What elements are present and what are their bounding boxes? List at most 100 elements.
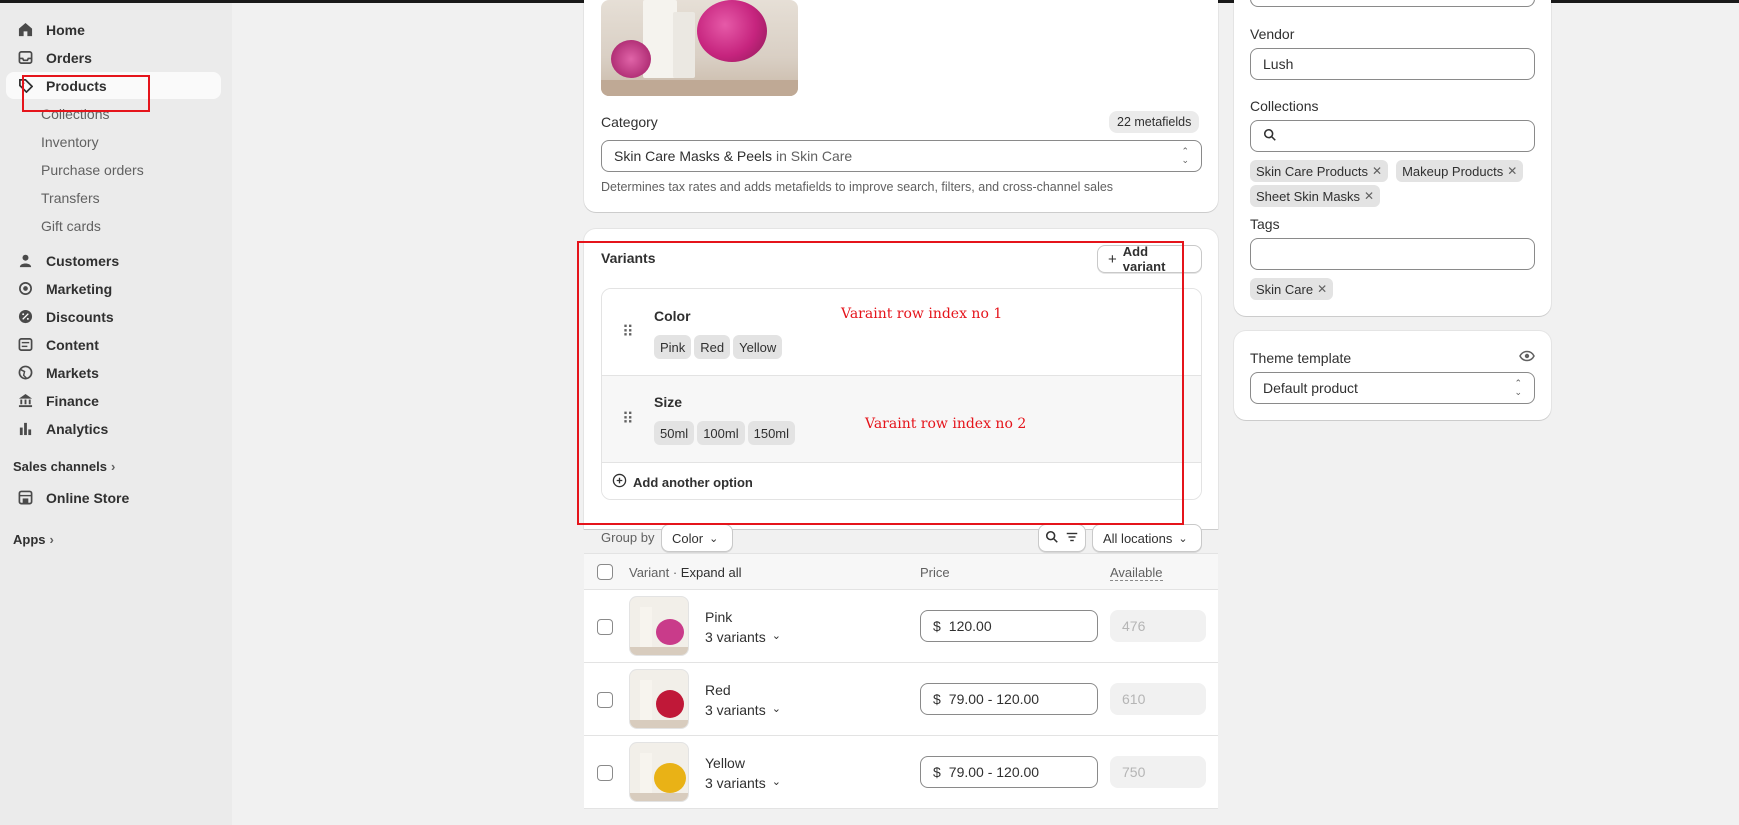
discount-icon	[16, 308, 34, 326]
sidebar-item-label: Markets	[46, 364, 99, 381]
col-variant-label: Variant	[629, 565, 670, 580]
available-value: 476	[1122, 618, 1146, 634]
sidebar-item-home[interactable]: Home	[6, 16, 221, 43]
variant-count: 3 variants	[705, 702, 766, 718]
product-media-image[interactable]	[601, 0, 798, 96]
category-value: Skin Care Masks & Peels	[614, 148, 772, 164]
product-details-card: Category 22 metafields Skin Care Masks &…	[584, 0, 1218, 212]
sidebar-sales-channels[interactable]: Sales channels ›	[13, 459, 115, 474]
available-input: 610	[1110, 683, 1206, 715]
collection-chip: Makeup Products ✕	[1396, 160, 1524, 182]
search-filter-button[interactable]	[1038, 524, 1086, 552]
annotation-box-products	[22, 75, 150, 112]
chevron-down-icon: ⌄	[1178, 532, 1188, 545]
chevron-down-icon: ⌄	[771, 630, 781, 642]
table-row[interactable]: Pink 3 variants ⌄ $120.00 476	[584, 590, 1218, 663]
select-arrows-icon: ⌃ ⌄	[1514, 378, 1522, 397]
category-help-text: Determines tax rates and adds metafields…	[601, 180, 1114, 194]
group-by-select[interactable]: Color ⌄	[661, 524, 733, 552]
category-select[interactable]: Skin Care Masks & Peels in Skin Care ⌃ ⌄	[601, 140, 1202, 172]
price-value: 79.00 - 120.00	[948, 691, 1040, 707]
sidebar-item-discounts[interactable]: Discounts	[6, 303, 221, 330]
inbox-icon	[16, 49, 34, 67]
variant-count-toggle[interactable]: 3 variants ⌄	[705, 629, 781, 645]
available-value: 610	[1122, 691, 1146, 707]
row-checkbox[interactable]	[597, 765, 613, 781]
remove-icon[interactable]: ✕	[1372, 164, 1382, 178]
vendor-field[interactable]: Lush	[1250, 48, 1535, 80]
product-organization-card: Vendor Lush Collections Skin Care Produc…	[1234, 0, 1551, 316]
price-value: 120.00	[948, 618, 992, 634]
currency-symbol: $	[933, 764, 941, 780]
remove-icon[interactable]: ✕	[1507, 164, 1517, 178]
price-value: 79.00 - 120.00	[948, 764, 1040, 780]
remove-icon[interactable]: ✕	[1364, 189, 1374, 203]
category-value-suffix: in Skin Care	[775, 148, 853, 164]
sidebar-item-label: Online Store	[46, 489, 130, 506]
vendor-label: Vendor	[1250, 26, 1295, 42]
variant-thumbnail	[629, 596, 689, 656]
sidebar-item-finance[interactable]: Finance	[6, 387, 221, 414]
price-input[interactable]: $79.00 - 120.00	[920, 683, 1098, 715]
select-all-checkbox[interactable]	[597, 564, 613, 580]
collection-chip: Sheet Skin Masks ✕	[1250, 185, 1381, 207]
metafields-badge[interactable]: 22 metafields	[1109, 111, 1200, 133]
sidebar-item-orders[interactable]: Orders	[6, 44, 221, 71]
theme-template-card: Theme template Default product ⌃ ⌄	[1234, 331, 1551, 420]
sidebar-item-analytics[interactable]: Analytics	[6, 415, 221, 442]
chevron-down-icon: ⌄	[709, 532, 719, 545]
chevron-down-icon: ⌄	[771, 776, 781, 788]
filter-icon	[1065, 530, 1079, 547]
variant-count-toggle[interactable]: 3 variants ⌄	[705, 775, 781, 791]
bar-chart-icon	[16, 420, 34, 438]
sidebar-item-markets[interactable]: Markets	[6, 359, 221, 386]
remove-icon[interactable]: ✕	[1317, 282, 1327, 296]
sidebar-item-label: Analytics	[46, 420, 109, 437]
variant-name: Red	[705, 682, 731, 698]
sidebar-sub-transfers[interactable]: Transfers	[41, 190, 100, 206]
row-checkbox[interactable]	[597, 619, 613, 635]
chip-label: Sheet Skin Masks	[1256, 188, 1361, 204]
variant-count: 3 variants	[705, 775, 766, 791]
sidebar-item-online-store[interactable]: Online Store	[6, 484, 221, 511]
sidebar-item-label: Finance	[46, 392, 99, 409]
col-available[interactable]: Available	[1110, 565, 1163, 581]
type-field[interactable]	[1250, 0, 1535, 7]
sidebar: Home Orders Products Collections Invento…	[0, 3, 232, 825]
home-icon	[16, 21, 34, 39]
locations-select[interactable]: All locations ⌄	[1092, 524, 1202, 552]
sidebar-item-content[interactable]: Content	[6, 331, 221, 358]
variant-count-toggle[interactable]: 3 variants ⌄	[705, 702, 781, 718]
sidebar-item-marketing[interactable]: Marketing	[6, 275, 221, 302]
table-row[interactable]: Yellow 3 variants ⌄ $79.00 - 120.00 750	[584, 736, 1218, 809]
sidebar-apps[interactable]: Apps ›	[13, 532, 54, 547]
sidebar-item-label: Home	[46, 21, 85, 38]
person-icon	[16, 252, 34, 270]
sidebar-item-label: Discounts	[46, 308, 114, 325]
chip-label: Skin Care	[1256, 281, 1314, 297]
collection-chip: Skin Care Products ✕	[1250, 160, 1389, 182]
chip-label: Skin Care Products	[1256, 163, 1368, 179]
price-input[interactable]: $120.00	[920, 610, 1098, 642]
chevron-right-icon: ›	[110, 459, 116, 474]
expand-all-link[interactable]: Expand all	[681, 565, 742, 580]
eye-icon[interactable]	[1519, 349, 1535, 366]
sidebar-sub-inventory[interactable]: Inventory	[41, 134, 99, 150]
sidebar-sub-gift-cards[interactable]: Gift cards	[41, 218, 101, 234]
group-by-label: Group by	[601, 530, 655, 545]
available-input: 476	[1110, 610, 1206, 642]
tags-input[interactable]	[1250, 238, 1535, 270]
table-row[interactable]: Red 3 variants ⌄ $79.00 - 120.00 610	[584, 663, 1218, 736]
theme-template-value: Default product	[1263, 380, 1358, 396]
bank-icon	[16, 392, 34, 410]
sidebar-sub-purchase-orders[interactable]: Purchase orders	[41, 162, 144, 178]
variant-thumbnail	[629, 669, 689, 729]
price-input[interactable]: $79.00 - 120.00	[920, 756, 1098, 788]
row-checkbox[interactable]	[597, 692, 613, 708]
group-by-value: Color	[672, 530, 704, 546]
locations-value: All locations	[1103, 530, 1173, 546]
theme-template-select[interactable]: Default product ⌃ ⌄	[1250, 372, 1535, 404]
currency-symbol: $	[933, 618, 941, 634]
sidebar-item-customers[interactable]: Customers	[6, 247, 221, 274]
collections-search-input[interactable]	[1250, 120, 1535, 152]
